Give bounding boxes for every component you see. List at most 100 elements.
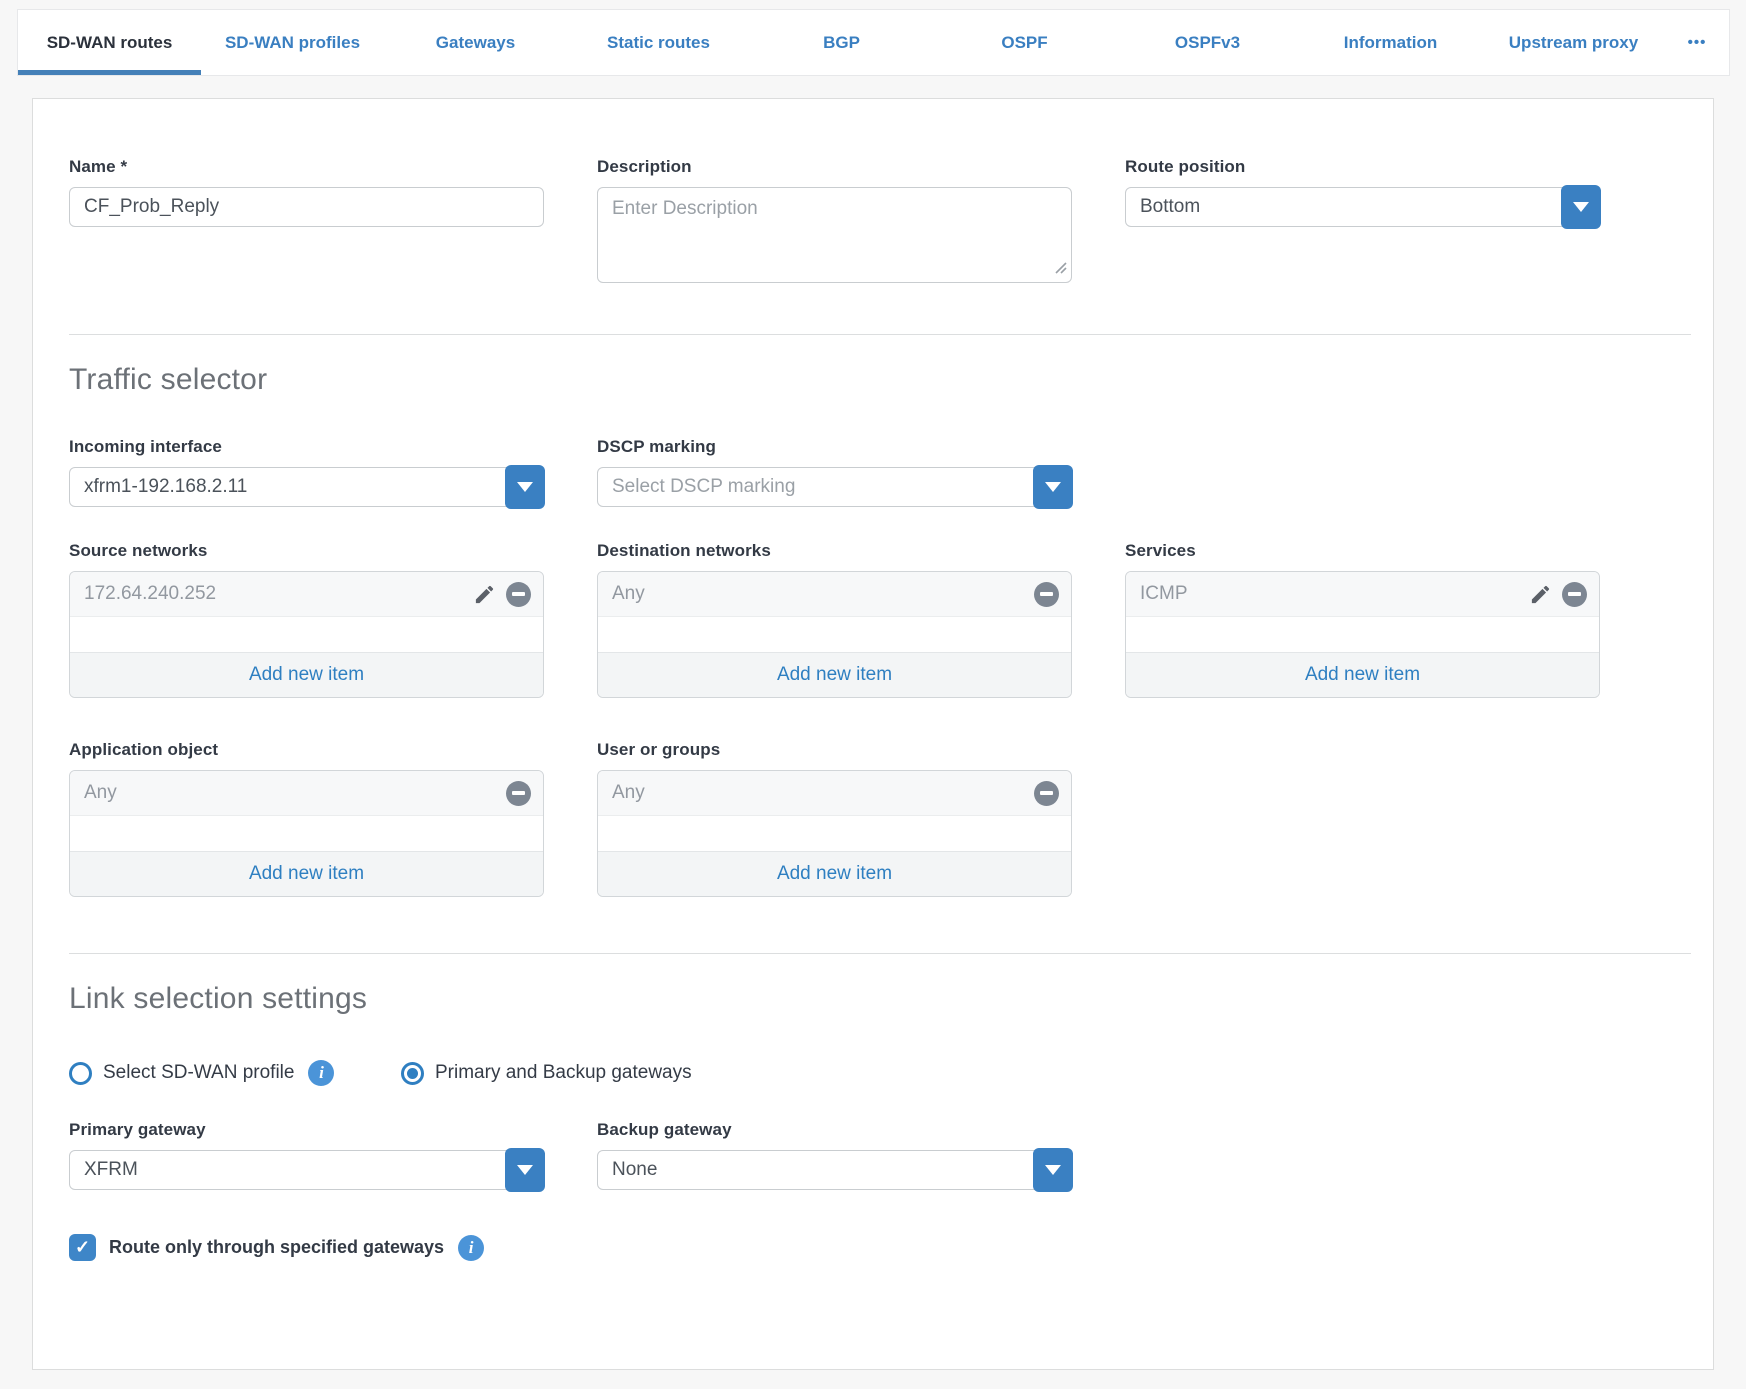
backup-gateway-select[interactable]: None <box>597 1150 1072 1190</box>
list-item: 172.64.240.252 <box>70 572 543 617</box>
route-position-select[interactable]: Bottom <box>1125 187 1600 227</box>
chevron-down-icon <box>1045 482 1061 492</box>
remove-minus-icon[interactable] <box>506 582 531 607</box>
listbox-empty-area <box>70 816 543 851</box>
remove-minus-icon[interactable] <box>1034 582 1059 607</box>
radio-select-sdwan-profile[interactable]: Select SD-WAN profile <box>69 1060 401 1086</box>
radio-selected-icon[interactable] <box>401 1062 424 1085</box>
name-input[interactable] <box>69 187 544 227</box>
chevron-down-icon <box>517 482 533 492</box>
description-label: Description <box>597 157 1072 177</box>
remove-minus-icon[interactable] <box>1034 781 1059 806</box>
listbox-empty-area <box>598 617 1071 652</box>
dscp-marking-label: DSCP marking <box>597 437 1072 457</box>
tab-ospf[interactable]: OSPF <box>933 10 1116 75</box>
list-item: Any <box>598 572 1071 617</box>
list-item-text: Any <box>84 782 506 804</box>
remove-minus-icon[interactable] <box>1562 582 1587 607</box>
source-networks-group: Source networks 172.64.240.252 Add new i… <box>69 541 544 698</box>
services-listbox: ICMP Add new item <box>1125 571 1600 698</box>
name-label: Name * <box>69 157 544 177</box>
route-only-checkbox[interactable] <box>69 1234 96 1261</box>
add-new-item-button[interactable]: Add new item <box>598 652 1071 697</box>
chevron-down-icon <box>517 1165 533 1175</box>
application-object-label: Application object <box>69 740 544 760</box>
list-item-text: 172.64.240.252 <box>84 583 473 605</box>
backup-gateway-field-group: Backup gateway None <box>597 1120 1072 1190</box>
services-group: Services ICMP Add new item <box>1125 541 1600 698</box>
primary-gateway-select[interactable]: XFRM <box>69 1150 544 1190</box>
destination-networks-group: Destination networks Any Add new item <box>597 541 1072 698</box>
user-or-groups-listbox: Any Add new item <box>597 770 1072 897</box>
add-new-item-button[interactable]: Add new item <box>70 652 543 697</box>
backup-gateway-dropdown-button[interactable] <box>1033 1148 1073 1192</box>
description-field-group: Description <box>597 157 1072 288</box>
dscp-marking-placeholder[interactable]: Select DSCP marking <box>597 467 1072 507</box>
incoming-interface-field-group: Incoming interface xfrm1-192.168.2.11 <box>69 437 544 507</box>
backup-gateway-value[interactable]: None <box>597 1150 1072 1190</box>
source-networks-listbox: 172.64.240.252 Add new item <box>69 571 544 698</box>
route-only-checkbox-label: Route only through specified gateways <box>109 1237 444 1258</box>
services-label: Services <box>1125 541 1600 561</box>
radio-primary-backup-gateways[interactable]: Primary and Backup gateways <box>401 1062 692 1085</box>
tab-upstream-proxy[interactable]: Upstream proxy <box>1482 10 1665 75</box>
remove-minus-icon[interactable] <box>506 781 531 806</box>
dscp-marking-select[interactable]: Select DSCP marking <box>597 467 1072 507</box>
route-position-dropdown-button[interactable] <box>1561 185 1601 229</box>
info-icon[interactable] <box>308 1060 334 1086</box>
primary-gateway-field-group: Primary gateway XFRM <box>69 1120 544 1190</box>
edit-pencil-icon[interactable] <box>473 583 496 606</box>
sdwan-route-form-card: Name * Description Route position Bottom <box>32 98 1714 1370</box>
name-field-group: Name * <box>69 157 544 288</box>
primary-gateway-value[interactable]: XFRM <box>69 1150 544 1190</box>
tab-ospfv3[interactable]: OSPFv3 <box>1116 10 1299 75</box>
route-position-value[interactable]: Bottom <box>1125 187 1600 227</box>
more-tabs-icon[interactable]: ••• <box>1665 10 1729 75</box>
tab-sdwan-profiles[interactable]: SD-WAN profiles <box>201 10 384 75</box>
incoming-interface-select[interactable]: xfrm1-192.168.2.11 <box>69 467 544 507</box>
dscp-marking-field-group: DSCP marking Select DSCP marking <box>597 437 1072 507</box>
primary-gateway-dropdown-button[interactable] <box>505 1148 545 1192</box>
dscp-marking-dropdown-button[interactable] <box>1033 465 1073 509</box>
listbox-empty-area <box>598 816 1071 851</box>
destination-networks-label: Destination networks <box>597 541 1072 561</box>
incoming-interface-label: Incoming interface <box>69 437 544 457</box>
radio-label: Primary and Backup gateways <box>435 1062 692 1084</box>
traffic-selector-heading: Traffic selector <box>69 363 1713 397</box>
add-new-item-button[interactable]: Add new item <box>1126 652 1599 697</box>
tab-static-routes[interactable]: Static routes <box>567 10 750 75</box>
route-position-label: Route position <box>1125 157 1600 177</box>
backup-gateway-label: Backup gateway <box>597 1120 1072 1140</box>
edit-pencil-icon[interactable] <box>1529 583 1552 606</box>
list-item-text: Any <box>612 583 1034 605</box>
add-new-item-button[interactable]: Add new item <box>70 851 543 896</box>
tab-sdwan-routes[interactable]: SD-WAN routes <box>18 10 201 75</box>
info-icon[interactable] <box>458 1235 484 1261</box>
chevron-down-icon <box>1045 1165 1061 1175</box>
destination-networks-listbox: Any Add new item <box>597 571 1072 698</box>
application-object-group: Application object Any Add new item <box>69 740 544 897</box>
source-networks-label: Source networks <box>69 541 544 561</box>
tab-gateways[interactable]: Gateways <box>384 10 567 75</box>
list-item-text: Any <box>612 782 1034 804</box>
radio-label: Select SD-WAN profile <box>103 1062 294 1084</box>
primary-gateway-label: Primary gateway <box>69 1120 544 1140</box>
list-item: Any <box>598 771 1071 816</box>
application-object-listbox: Any Add new item <box>69 770 544 897</box>
tab-bgp[interactable]: BGP <box>750 10 933 75</box>
required-asterisk: * <box>121 157 128 176</box>
incoming-interface-dropdown-button[interactable] <box>505 465 545 509</box>
user-or-groups-label: User or groups <box>597 740 1072 760</box>
radio-unselected-icon[interactable] <box>69 1062 92 1085</box>
link-selection-heading: Link selection settings <box>69 982 1713 1016</box>
list-item: ICMP <box>1126 572 1599 617</box>
list-item: Any <box>70 771 543 816</box>
description-textarea[interactable] <box>597 187 1072 283</box>
incoming-interface-value[interactable]: xfrm1-192.168.2.11 <box>69 467 544 507</box>
tab-information[interactable]: Information <box>1299 10 1482 75</box>
chevron-down-icon <box>1573 202 1589 212</box>
add-new-item-button[interactable]: Add new item <box>598 851 1071 896</box>
divider <box>69 953 1691 954</box>
listbox-empty-area <box>1126 617 1599 652</box>
listbox-empty-area <box>70 617 543 652</box>
